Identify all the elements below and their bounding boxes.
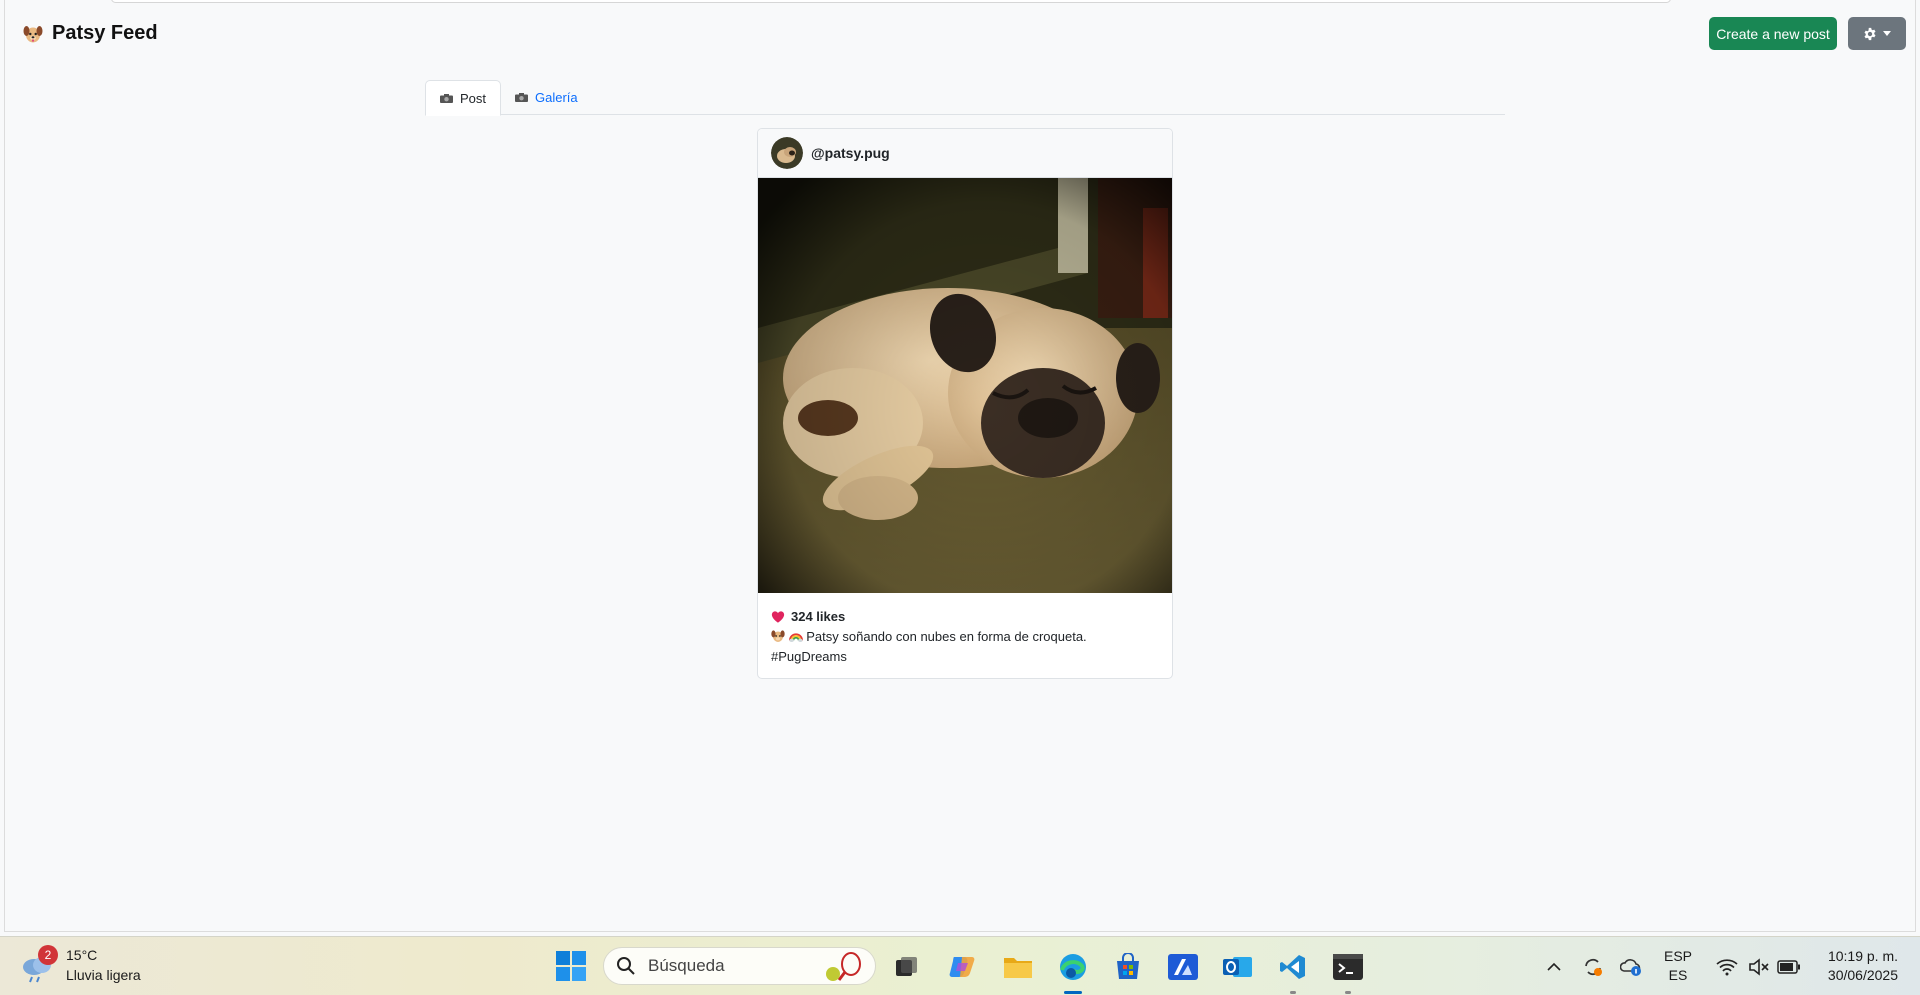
post-caption: Patsy soñando con nubes en forma de croq… <box>806 629 1087 644</box>
task-view-icon[interactable] <box>890 950 924 984</box>
post-body: 324 likes Patsy soñando con nubes en for… <box>758 593 1172 678</box>
language-top: ESP <box>1664 948 1693 964</box>
avatar[interactable] <box>771 137 803 169</box>
post-username[interactable]: @patsy.pug <box>811 145 890 161</box>
search-icon <box>617 957 635 975</box>
wifi-icon[interactable] <box>1710 950 1744 984</box>
tab-galeria[interactable]: Galería <box>501 80 592 115</box>
navbar-brand[interactable]: Patsy Feed <box>23 22 158 45</box>
show-hidden-icons-chevron-up-icon[interactable] <box>1537 950 1571 984</box>
edge-browser-icon[interactable] <box>1056 950 1090 994</box>
outlook-icon[interactable] <box>1221 950 1255 984</box>
open-app-indicator <box>1345 991 1351 994</box>
vscode-icon[interactable] <box>1276 950 1310 994</box>
volume-muted-icon[interactable] <box>1742 950 1776 984</box>
clock-time: 10:19 p. m. <box>1827 948 1898 964</box>
azure-icon[interactable] <box>1166 950 1200 984</box>
file-explorer-icon[interactable] <box>1001 950 1035 984</box>
feed-tabs: Post Galería <box>425 80 1505 116</box>
sync-icon[interactable] <box>1576 950 1610 984</box>
terminal-icon[interactable] <box>1331 950 1365 994</box>
rainbow-icon <box>788 633 803 642</box>
browser-viewport: Patsy Feed Create a new post Post Galerí… <box>4 0 1916 932</box>
taskbar-search-box[interactable]: Búsqueda <box>603 947 876 985</box>
post-caption-line: Patsy soñando con nubes en forma de croq… <box>771 627 1159 647</box>
open-app-indicator <box>1290 991 1296 994</box>
dog-face-icon <box>23 25 43 42</box>
create-post-button[interactable]: Create a new post <box>1709 17 1837 50</box>
onedrive-info-icon[interactable] <box>1615 950 1649 984</box>
taskbar: 2 15°C Lluvia ligera Búsqueda ESP ES 10:… <box>0 936 1920 995</box>
microsoft-store-icon[interactable] <box>1111 950 1145 984</box>
likes-count: 324 likes <box>791 609 846 624</box>
settings-dropdown-button[interactable] <box>1848 17 1906 50</box>
battery-icon[interactable] <box>1772 950 1806 984</box>
post-likes: 324 likes <box>771 607 1159 627</box>
heart-icon[interactable] <box>771 610 785 624</box>
gear-icon <box>1864 27 1876 40</box>
post-hashtag[interactable]: #PugDreams <box>771 647 1159 667</box>
system-clock[interactable]: 10:19 p. m. 30/06/2025 <box>1818 947 1898 985</box>
active-app-indicator <box>1064 991 1082 994</box>
weather-rain-icon: 2 <box>20 945 58 983</box>
dog-face-icon <box>771 630 785 642</box>
post-photo[interactable] <box>758 178 1172 593</box>
weather-temperature: 15°C <box>66 947 98 963</box>
language-indicator[interactable]: ESP ES <box>1664 947 1692 985</box>
chevron-down-icon <box>1883 31 1891 36</box>
brand-title: Patsy Feed <box>52 22 158 44</box>
camera-icon <box>515 93 529 102</box>
weather-widget[interactable]: 2 15°C Lluvia ligera <box>20 945 141 985</box>
tab-galeria-label: Galería <box>535 90 578 105</box>
address-bar-edge <box>111 0 1671 3</box>
tab-post[interactable]: Post <box>425 80 502 116</box>
language-bottom: ES <box>1668 967 1688 983</box>
weather-badge: 2 <box>38 945 58 965</box>
tennis-icon <box>826 952 861 981</box>
camera-icon <box>440 93 453 103</box>
post-header: @patsy.pug <box>758 129 1172 178</box>
weather-condition: Lluvia ligera <box>66 967 141 983</box>
post-card: @patsy.pug 324 likes Patsy soñando con n… <box>757 128 1173 679</box>
copilot-icon[interactable] <box>946 950 980 984</box>
search-placeholder: Búsqueda <box>648 956 725 975</box>
clock-date: 30/06/2025 <box>1827 967 1898 983</box>
windows-start-icon[interactable] <box>556 951 586 981</box>
tab-post-label: Post <box>460 90 487 106</box>
